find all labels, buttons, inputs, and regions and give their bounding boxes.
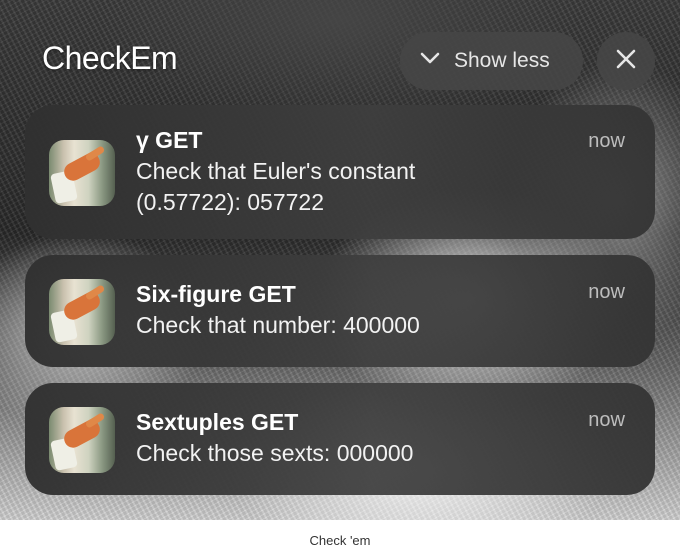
notification-time: now (588, 130, 625, 152)
notification-time: now (588, 281, 625, 303)
app-icon-thumbnail (49, 140, 115, 206)
close-button[interactable] (597, 32, 655, 90)
app-icon-thumbnail (49, 407, 115, 473)
notification-body: Check that Euler's constant (0.57722): 0… (136, 158, 416, 215)
lock-screen: CheckEm Show less γ GET Check that Euler… (0, 0, 680, 520)
show-less-button[interactable]: Show less (400, 32, 583, 90)
chevron-down-icon (418, 46, 442, 76)
app-group-title: CheckEm (42, 40, 178, 76)
notification-card[interactable]: Sextuples GET Check those sexts: 000000 … (25, 383, 655, 495)
image-caption: Check 'em (309, 533, 371, 548)
notification-title: γ GET (136, 127, 203, 153)
app-icon-thumbnail (49, 279, 115, 345)
notification-body: Check those sexts: 000000 (136, 440, 414, 466)
notification-body: Check that number: 400000 (136, 312, 420, 338)
notification-time: now (588, 409, 625, 431)
notification-title: Six-figure GET (136, 281, 296, 307)
notification-title: Sextuples GET (136, 409, 299, 435)
show-less-label: Show less (454, 49, 550, 72)
notification-card[interactable]: Six-figure GET Check that number: 400000… (25, 255, 655, 367)
close-icon (615, 48, 637, 75)
notification-card[interactable]: γ GET Check that Euler's constant (0.577… (25, 105, 655, 239)
